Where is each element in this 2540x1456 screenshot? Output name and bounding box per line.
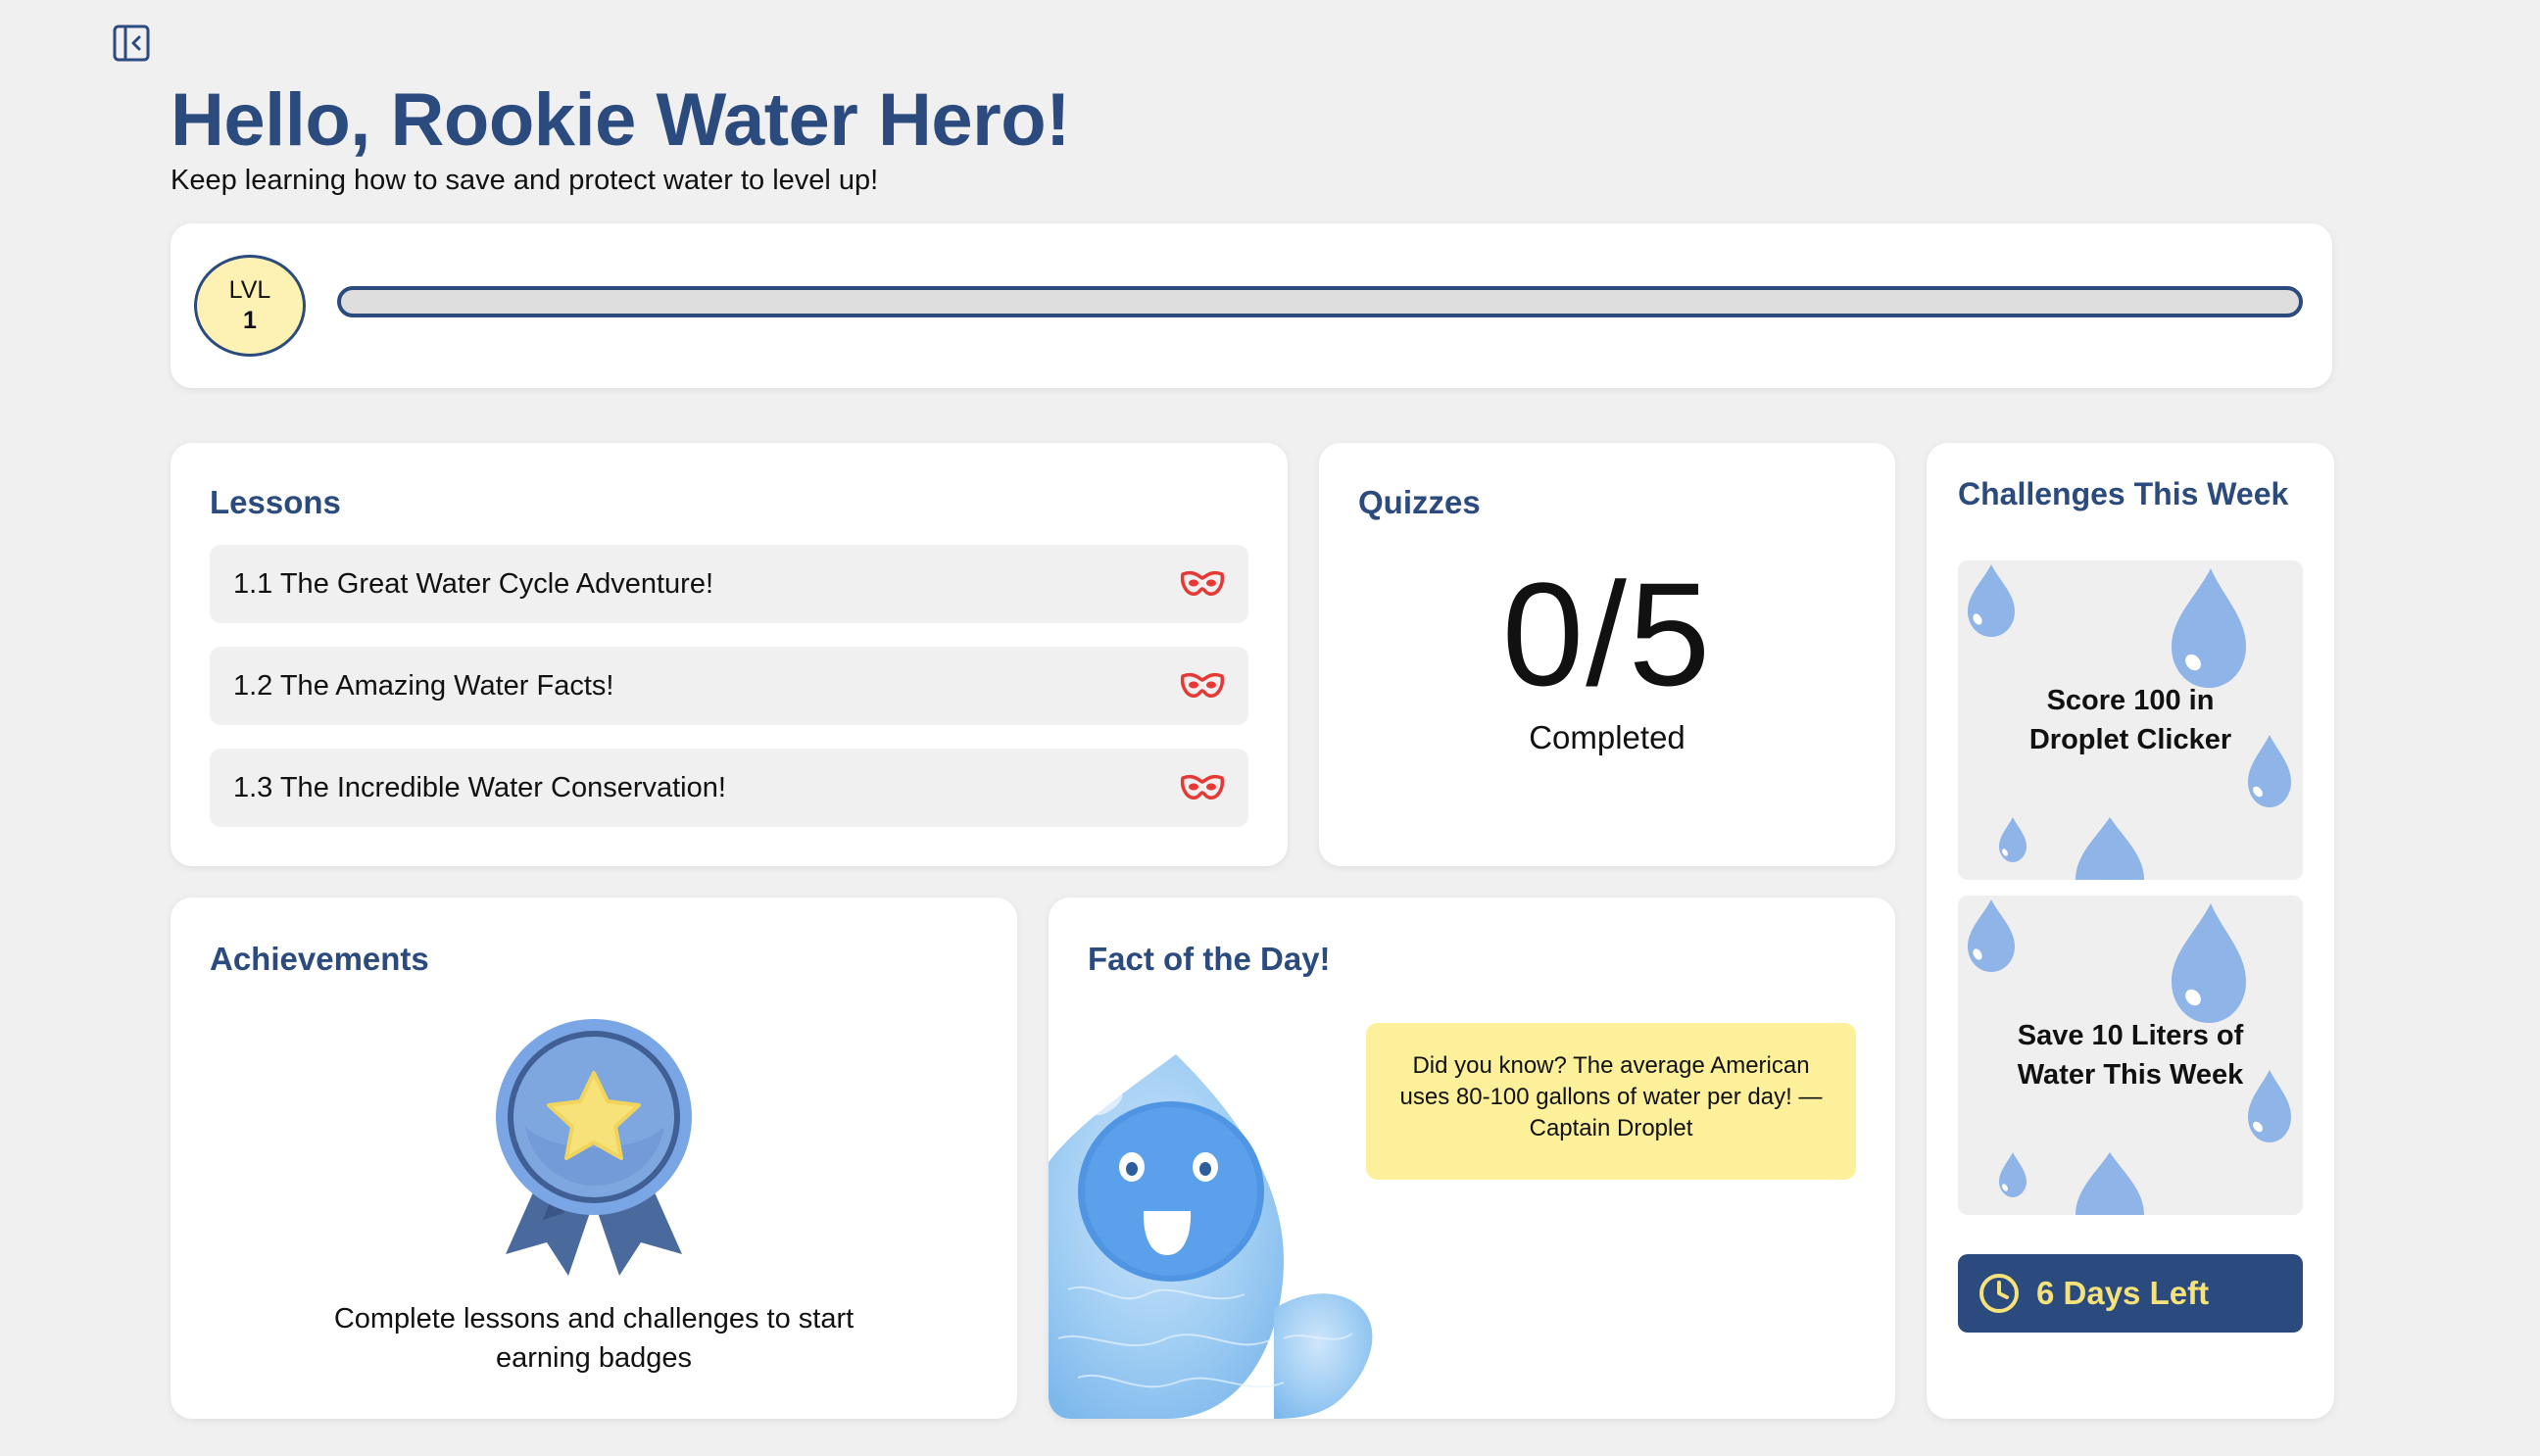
- lesson-label: 1.3 The Incredible Water Conservation!: [233, 771, 726, 803]
- clock-icon: [1979, 1274, 2019, 1313]
- mask-icon: [1180, 774, 1225, 800]
- challenges-title: Challenges This Week: [1958, 476, 2289, 511]
- challenges-card: Challenges This Week Score 100 in Drople…: [1927, 443, 2334, 1419]
- sidebar-toggle-button[interactable]: [110, 22, 153, 65]
- challenge-label: Score 100 in Droplet Clicker: [2028, 685, 2232, 755]
- level-badge: LVL 1: [194, 255, 306, 357]
- quizzes-title: Quizzes: [1358, 484, 1481, 520]
- level-label: LVL: [228, 276, 271, 304]
- fact-text: Did you know? The average American uses …: [1366, 1023, 1856, 1180]
- lessons-card: Lessons 1.1 The Great Water Cycle Advent…: [171, 443, 1288, 866]
- lesson-label: 1.1 The Great Water Cycle Adventure!: [233, 567, 714, 600]
- achievements-card: Achievements Complete lessons and challe…: [171, 898, 1017, 1419]
- achievements-title: Achievements: [210, 941, 429, 977]
- days-left-badge: 6 Days Left: [1958, 1254, 2303, 1333]
- xp-progress-bar: [337, 286, 2303, 317]
- challenge-tile[interactable]: Save 10 Liters of Water This Week: [1958, 896, 2303, 1215]
- lesson-item[interactable]: 1.1 The Great Water Cycle Adventure!: [210, 545, 1248, 623]
- quiz-status: Completed: [1529, 719, 1685, 755]
- challenge-tile[interactable]: Score 100 in Droplet Clicker: [1958, 560, 2303, 880]
- quizzes-card[interactable]: Quizzes 0/5 Completed: [1319, 443, 1895, 866]
- page-title: Hello, Rookie Water Hero!: [171, 78, 1070, 162]
- days-left-text: 6 Days Left: [2036, 1275, 2210, 1311]
- lesson-item[interactable]: 1.2 The Amazing Water Facts!: [210, 647, 1248, 725]
- fact-title: Fact of the Day!: [1088, 941, 1331, 977]
- page-subtitle: Keep learning how to save and protect wa…: [171, 165, 879, 196]
- quiz-count: 0/5: [1501, 552, 1713, 716]
- mask-icon: [1180, 570, 1225, 596]
- achievements-caption: Complete lessons and challenges to start…: [333, 1303, 855, 1374]
- challenge-label: Save 10 Liters of Water This Week: [2017, 1020, 2244, 1091]
- captain-droplet-mascot: [1049, 1054, 1373, 1419]
- sidebar-collapse-icon: [113, 24, 150, 62]
- medal-icon: [496, 1019, 692, 1276]
- level-number: 1: [243, 307, 257, 334]
- lesson-label: 1.2 The Amazing Water Facts!: [233, 669, 614, 702]
- fact-card: Fact of the Day! Did you know? The avera…: [1049, 898, 1895, 1419]
- mask-icon: [1180, 672, 1225, 698]
- lessons-title: Lessons: [210, 484, 341, 520]
- lesson-item[interactable]: 1.3 The Incredible Water Conservation!: [210, 749, 1248, 827]
- level-card: LVL 1: [171, 223, 2332, 388]
